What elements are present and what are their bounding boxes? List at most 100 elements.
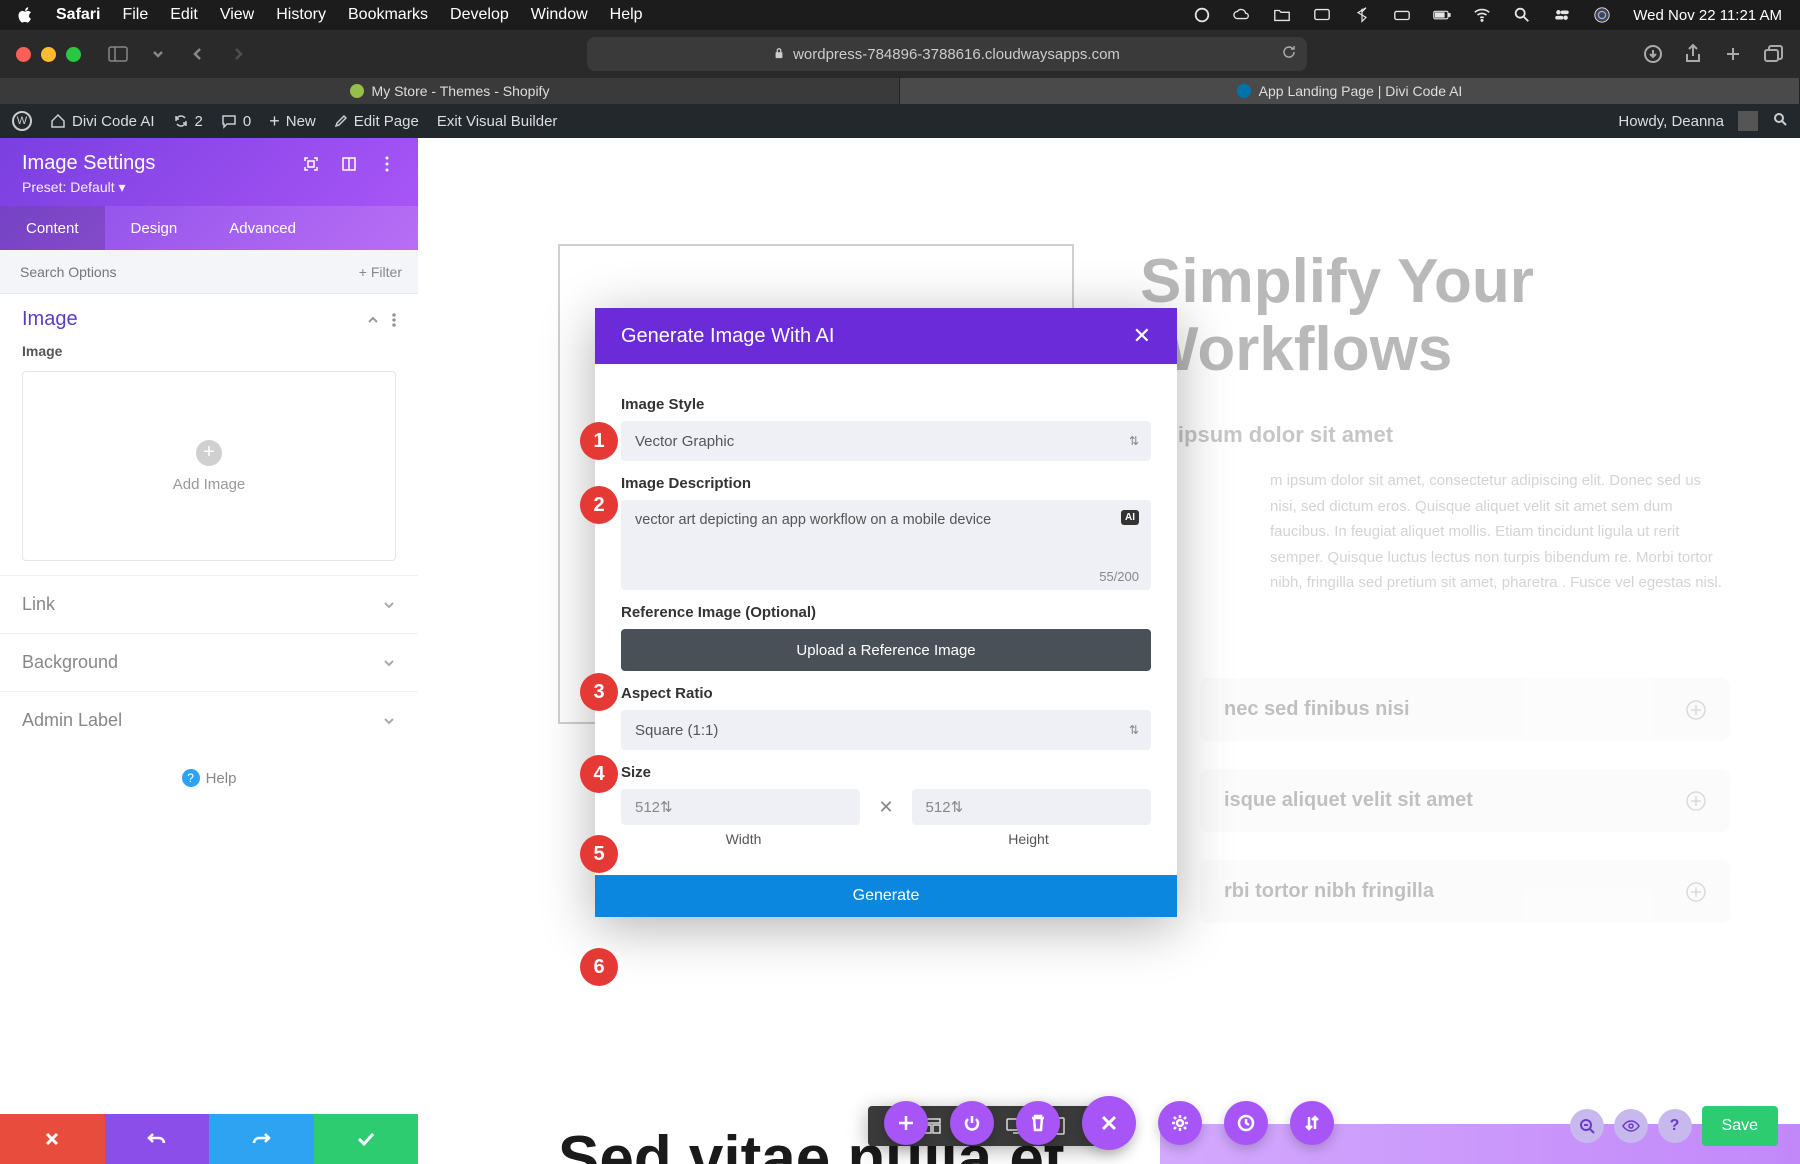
- maximize-window-button[interactable]: [66, 47, 81, 62]
- wifi-icon[interactable]: [1473, 6, 1491, 24]
- more-icon[interactable]: [378, 155, 396, 173]
- settings-button[interactable]: [1158, 1101, 1202, 1145]
- accordion-row[interactable]: rbi tortor nibh fringilla: [1200, 860, 1730, 923]
- generate-button[interactable]: Generate: [595, 875, 1177, 917]
- height-input[interactable]: 512⇅: [912, 789, 1151, 825]
- tab-advanced[interactable]: Advanced: [203, 206, 322, 250]
- howdy-text[interactable]: Howdy, Deanna: [1618, 113, 1724, 130]
- redo-button[interactable]: [209, 1114, 314, 1164]
- plus-icon: [1686, 882, 1706, 902]
- save-button[interactable]: Save: [1702, 1106, 1778, 1146]
- section-link-toggle[interactable]: Link: [0, 575, 418, 633]
- siri-icon[interactable]: [1593, 6, 1611, 24]
- folder-icon[interactable]: [1273, 6, 1291, 24]
- clock[interactable]: Wed Nov 22 11:21 AM: [1633, 7, 1782, 24]
- menu-bookmarks[interactable]: Bookmarks: [348, 6, 428, 24]
- site-name-link[interactable]: Divi Code AI: [50, 113, 155, 130]
- updates-link[interactable]: 2: [173, 113, 203, 130]
- preset-dropdown[interactable]: Preset: Default ▾: [22, 179, 396, 196]
- menu-develop[interactable]: Develop: [450, 6, 509, 24]
- keyboard-icon[interactable]: [1393, 6, 1411, 24]
- accordion-row[interactable]: nec sed finibus nisi: [1200, 678, 1730, 741]
- search-options-input[interactable]: [0, 264, 343, 280]
- history-button[interactable]: [1224, 1101, 1268, 1145]
- bluetooth-icon[interactable]: [1353, 6, 1371, 24]
- help-icon: ?: [182, 769, 200, 787]
- sort-button[interactable]: [1290, 1101, 1334, 1145]
- new-link[interactable]: +New: [269, 111, 316, 132]
- discard-button[interactable]: [0, 1114, 105, 1164]
- image-description-label: Image Description: [621, 475, 1151, 492]
- display-icon[interactable]: [1313, 6, 1331, 24]
- apple-logo-icon[interactable]: [18, 7, 34, 23]
- accordion-row[interactable]: isque aliquet velit sit amet: [1200, 769, 1730, 832]
- menu-view[interactable]: View: [220, 6, 254, 24]
- share-icon[interactable]: [1682, 43, 1704, 65]
- expand-icon[interactable]: [302, 155, 320, 173]
- browser-tab-shopify[interactable]: My Store - Themes - Shopify: [0, 78, 900, 104]
- comments-link[interactable]: 0: [221, 113, 251, 130]
- preview-button[interactable]: [1614, 1109, 1648, 1143]
- section-background-toggle[interactable]: Background: [0, 633, 418, 691]
- undo-button[interactable]: [105, 1114, 210, 1164]
- section-image-toggle[interactable]: Image: [22, 308, 396, 331]
- width-input[interactable]: 512⇅: [621, 789, 860, 825]
- download-icon[interactable]: [1642, 43, 1664, 65]
- zoom-out-button[interactable]: [1570, 1109, 1604, 1143]
- battery-icon[interactable]: [1433, 6, 1451, 24]
- wp-admin-bar: W Divi Code AI 2 0 +New Edit Page Exit V…: [0, 104, 1800, 138]
- tab-content[interactable]: Content: [0, 206, 105, 250]
- image-style-select[interactable]: Vector Graphic⇅: [621, 421, 1151, 461]
- edit-page-link[interactable]: Edit Page: [334, 113, 419, 130]
- window-controls: [16, 47, 81, 62]
- avatar[interactable]: [1738, 111, 1758, 131]
- add-image-dropzone[interactable]: + Add Image: [22, 371, 396, 561]
- menu-file[interactable]: File: [122, 6, 148, 24]
- exit-visual-builder-link[interactable]: Exit Visual Builder: [437, 113, 558, 130]
- cloud-icon[interactable]: [1233, 6, 1251, 24]
- help-button[interactable]: ?: [1658, 1109, 1692, 1143]
- power-button[interactable]: [950, 1101, 994, 1145]
- close-icon[interactable]: ✕: [1133, 323, 1151, 349]
- tab-dropdown-button[interactable]: [145, 41, 171, 67]
- menu-help[interactable]: Help: [610, 6, 643, 24]
- tabs-icon[interactable]: [1762, 43, 1784, 65]
- wp-logo-icon[interactable]: W: [12, 111, 32, 131]
- browser-tab-wordpress[interactable]: App Landing Page | Divi Code AI: [900, 78, 1800, 104]
- url-text: wordpress-784896-3788616.cloudwaysapps.c…: [793, 46, 1120, 63]
- tab-label: My Store - Themes - Shopify: [372, 83, 550, 99]
- upload-reference-button[interactable]: Upload a Reference Image: [621, 629, 1151, 671]
- close-builder-button[interactable]: [1082, 1096, 1136, 1150]
- address-bar[interactable]: wordpress-784896-3788616.cloudwaysapps.c…: [587, 37, 1307, 71]
- body-text: m ipsum dolor sit amet, consectetur adip…: [1270, 468, 1730, 596]
- confirm-button[interactable]: [314, 1114, 419, 1164]
- columns-icon[interactable]: [340, 155, 358, 173]
- plus-icon: [1686, 700, 1706, 720]
- app-name[interactable]: Safari: [56, 6, 100, 24]
- reload-icon[interactable]: [1281, 44, 1297, 64]
- minimize-window-button[interactable]: [41, 47, 56, 62]
- menu-edit[interactable]: Edit: [170, 6, 198, 24]
- ai-badge[interactable]: AI: [1121, 510, 1139, 525]
- menu-window[interactable]: Window: [531, 6, 588, 24]
- help-link[interactable]: ?Help: [0, 749, 418, 807]
- search-icon[interactable]: [1513, 6, 1531, 24]
- control-center-icon[interactable]: [1553, 6, 1571, 24]
- back-button[interactable]: [185, 41, 211, 67]
- image-description-textarea[interactable]: vector art depicting an app workflow on …: [621, 500, 1151, 590]
- image-field-label: Image: [22, 343, 396, 359]
- tab-design[interactable]: Design: [105, 206, 204, 250]
- forward-button[interactable]: [225, 41, 251, 67]
- filter-button[interactable]: +Filter: [343, 264, 418, 280]
- browser-tab-bar: My Store - Themes - Shopify App Landing …: [0, 78, 1800, 104]
- add-button[interactable]: [884, 1101, 928, 1145]
- trash-button[interactable]: [1016, 1101, 1060, 1145]
- menu-history[interactable]: History: [276, 6, 326, 24]
- sidebar-toggle-button[interactable]: [105, 41, 131, 67]
- wp-search-icon[interactable]: [1772, 111, 1788, 131]
- new-tab-icon[interactable]: [1722, 43, 1744, 65]
- close-window-button[interactable]: [16, 47, 31, 62]
- section-admin-label-toggle[interactable]: Admin Label: [0, 691, 418, 749]
- aspect-ratio-select[interactable]: Square (1:1)⇅: [621, 710, 1151, 750]
- loom-icon[interactable]: [1193, 6, 1211, 24]
